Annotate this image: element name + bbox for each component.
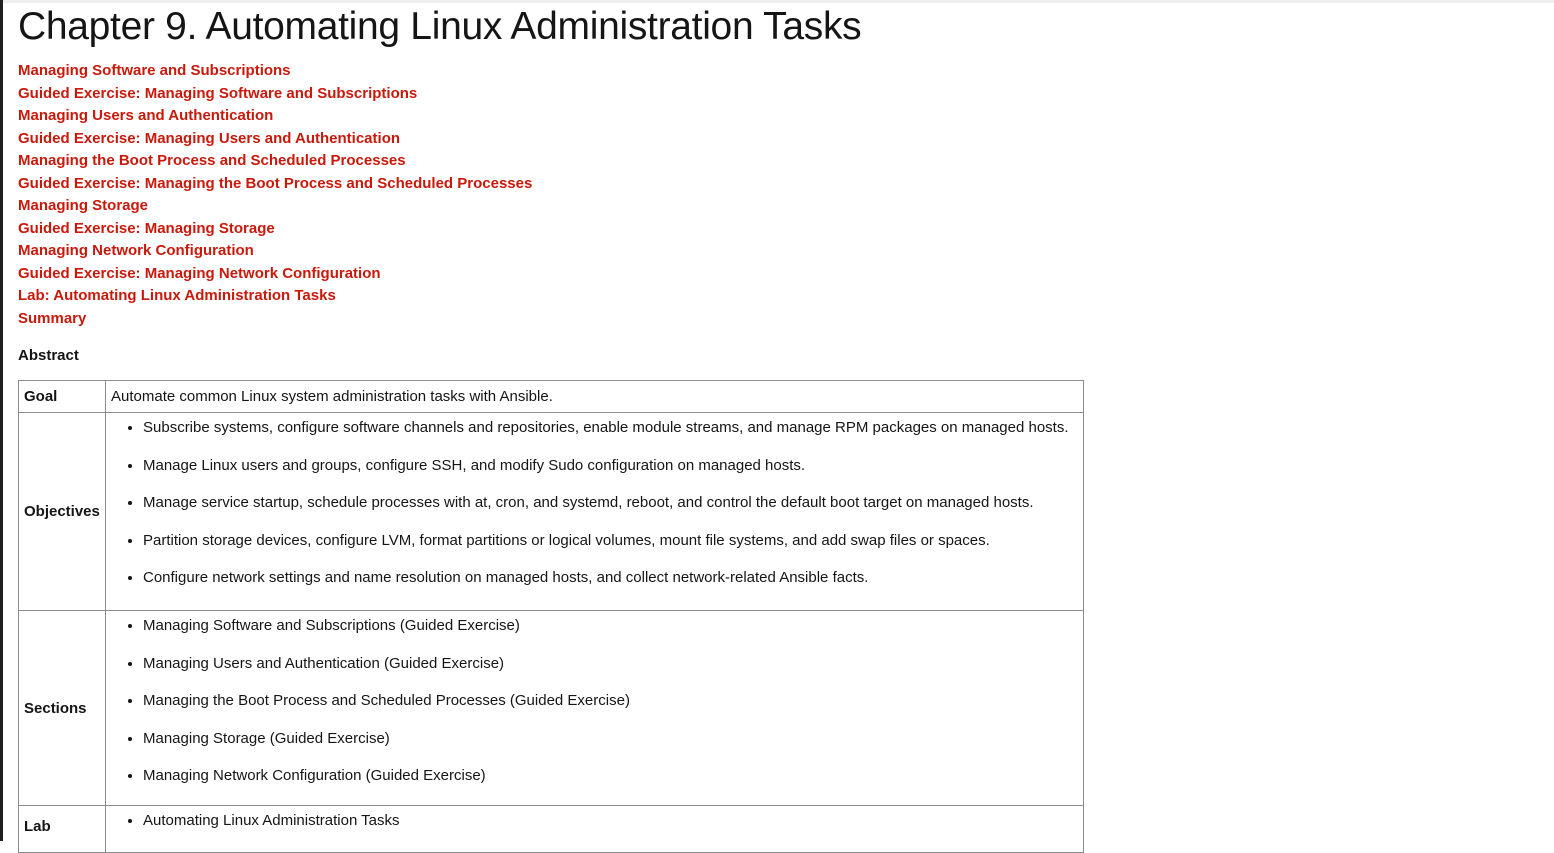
objective-item: Partition storage devices, configure LVM… [143,530,1083,552]
objective-item: Manage Linux users and groups, configure… [143,455,1083,477]
section-item: Managing the Boot Process and Scheduled … [143,690,1083,712]
sections-row: Sections Managing Software and Subscript… [18,610,1084,806]
toc-link-ge-software[interactable]: Guided Exercise: Managing Software and S… [18,83,1538,106]
toc-link-ge-network[interactable]: Guided Exercise: Managing Network Config… [18,263,1538,286]
toc-link-boot[interactable]: Managing the Boot Process and Scheduled … [18,150,1538,173]
abstract-table: Goal Automate common Linux system admini… [18,380,1084,853]
toc-link-network[interactable]: Managing Network Configuration [18,240,1538,263]
chapter-toc: Managing Software and Subscriptions Guid… [18,60,1538,330]
lab-row: Lab Automating Linux Administration Task… [18,805,1084,853]
lab-item: Automating Linux Administration Tasks [143,810,1083,832]
sections-cell: Managing Software and Subscriptions (Gui… [105,610,1084,806]
section-item: Managing Storage (Guided Exercise) [143,728,1083,750]
objectives-row: Objectives Subscribe systems, configure … [18,412,1084,611]
objectives-list: Subscribe systems, configure software ch… [106,413,1083,610]
section-item: Managing Network Configuration (Guided E… [143,765,1083,787]
lab-cell: Automating Linux Administration Tasks [105,805,1084,853]
objectives-label: Objectives [18,412,106,611]
abstract-heading: Abstract [18,347,79,364]
lab-label: Lab [18,805,106,853]
objective-item: Subscribe systems, configure software ch… [143,417,1083,439]
toc-link-users[interactable]: Managing Users and Authentication [18,105,1538,128]
objective-item: Manage service startup, schedule process… [143,492,1083,514]
objective-item: Configure network settings and name reso… [143,567,1083,589]
goal-text: Automate common Linux system administrat… [105,380,1084,413]
chapter-title: Chapter 9. Automating Linux Administrati… [18,5,862,48]
toc-link-summary[interactable]: Summary [18,308,1538,331]
objectives-cell: Subscribe systems, configure software ch… [105,412,1084,611]
window-top-border [3,0,1554,3]
goal-row: Goal Automate common Linux system admini… [18,380,1084,413]
window-left-edge [0,0,3,841]
toc-link-ge-storage[interactable]: Guided Exercise: Managing Storage [18,218,1538,241]
sections-label: Sections [18,610,106,806]
section-item: Managing Users and Authentication (Guide… [143,653,1083,675]
sections-list: Managing Software and Subscriptions (Gui… [106,611,1083,805]
toc-link-lab[interactable]: Lab: Automating Linux Administration Tas… [18,285,1538,308]
lab-list: Automating Linux Administration Tasks [106,806,1083,852]
toc-link-ge-users[interactable]: Guided Exercise: Managing Users and Auth… [18,128,1538,151]
toc-link-ge-boot[interactable]: Guided Exercise: Managing the Boot Proce… [18,173,1538,196]
chapter-content: Chapter 9. Automating Linux Administrati… [18,5,1538,853]
toc-link-software[interactable]: Managing Software and Subscriptions [18,60,1538,83]
section-item: Managing Software and Subscriptions (Gui… [143,615,1083,637]
toc-link-storage[interactable]: Managing Storage [18,195,1538,218]
goal-label: Goal [18,380,106,413]
